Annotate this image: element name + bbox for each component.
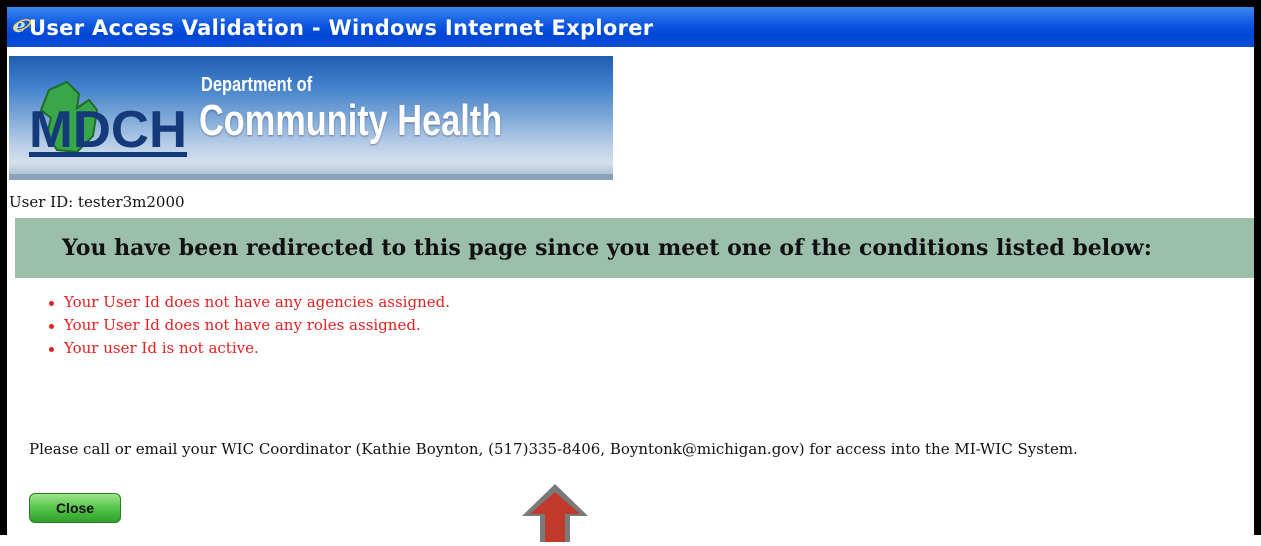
list-item: Your User Id does not have any roles ass…: [49, 314, 450, 337]
banner-dept-line: Department of: [201, 74, 313, 96]
window-title: User Access Validation - Windows Interne…: [29, 16, 654, 40]
logo-letters: MDCH: [29, 101, 187, 159]
close-button[interactable]: Close: [29, 493, 121, 523]
banner-org-line: Community Health: [199, 96, 503, 145]
browser-window: e User Access Validation - Windows Inter…: [0, 0, 1261, 542]
mdch-banner: MDCH Department of Community Health: [9, 56, 613, 180]
contact-instructions: Please call or email your WIC Coordinato…: [29, 440, 1078, 458]
arrow-up-icon: [520, 482, 590, 546]
redirect-alert-banner: You have been redirected to this page si…: [15, 218, 1254, 278]
redirect-message: You have been redirected to this page si…: [62, 235, 1152, 261]
window-titlebar[interactable]: e User Access Validation - Windows Inter…: [7, 7, 1254, 47]
mdch-logo: MDCH: [27, 80, 197, 164]
banner-divider: [9, 174, 613, 180]
conditions-list: Your User Id does not have any agencies …: [49, 291, 450, 360]
list-item: Your User Id does not have any agencies …: [49, 291, 450, 314]
list-item: Your user Id is not active.: [49, 337, 450, 360]
user-id-label: User ID: tester3m2000: [9, 193, 185, 211]
page-content: MDCH Department of Community Health User…: [7, 48, 1254, 542]
